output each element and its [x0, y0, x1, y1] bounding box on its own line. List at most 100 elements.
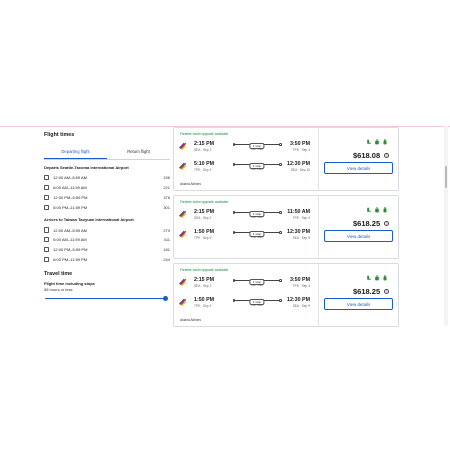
option-count: 376: [163, 194, 170, 200]
travel-time-value: 58 hours or less: [44, 287, 73, 293]
itinerary: Flexible ticket upgrade available 2:15 P…: [174, 128, 319, 190]
seat-icon: [367, 139, 371, 144]
flight-result-card[interactable]: Flexible ticket upgrade available 2:15 P…: [173, 127, 399, 191]
departure-airport-date: TPE · Sep 9: [194, 236, 212, 240]
view-details-button[interactable]: View details: [324, 162, 393, 174]
page-scrollbar[interactable]: [444, 126, 448, 326]
travel-time-slider[interactable]: [44, 294, 170, 302]
tab-return-flight[interactable]: Return flight: [107, 147, 170, 159]
arrival-time: 12:30 PM: [287, 161, 310, 167]
return-leg: 5:10 PM TPE · Sep 9 1 stop 34h 20m 12:30…: [178, 161, 316, 174]
airline-logo-icon: [179, 142, 187, 150]
route-line: 1 stop: [232, 278, 282, 285]
option-count: 156: [163, 175, 170, 181]
departure-airport-date: SEA · Sep 2: [194, 216, 212, 220]
info-icon[interactable]: ?: [384, 289, 389, 294]
arrives-option[interactable]: 6:00 AM–11:59 AM 411: [44, 235, 170, 245]
option-count: 181: [163, 247, 170, 253]
departure-time: 2:15 PM: [194, 141, 215, 147]
checked-bag-icon: [383, 139, 387, 145]
option-count: 221: [163, 185, 170, 191]
flexible-ticket-badge: Flexible ticket upgrade available: [180, 132, 229, 136]
seat-icon: [367, 207, 371, 212]
route-line: 1 stop: [232, 210, 282, 217]
arrives-option[interactable]: 12:00 PM–5:59 PM 181: [44, 245, 170, 255]
departure-time: 2:15 PM: [194, 209, 215, 215]
option-count: 244: [163, 256, 170, 262]
view-details-button[interactable]: View details: [324, 230, 393, 242]
departs-option[interactable]: 12:00 AM–5:59 AM 156: [44, 173, 170, 183]
option-label: 12:00 PM–5:59 PM: [53, 194, 88, 200]
scrollbar-thumb[interactable]: [444, 166, 448, 188]
option-label: 6:00 AM–11:59 AM: [53, 237, 87, 243]
checkbox[interactable]: [44, 256, 50, 263]
info-icon[interactable]: ?: [384, 221, 389, 226]
info-icon[interactable]: ?: [384, 153, 389, 158]
option-count: 270: [163, 227, 170, 233]
checkbox[interactable]: [44, 185, 50, 191]
carrier-name: Asiana Airlines: [180, 318, 201, 322]
departs-option[interactable]: 6:00 PM–11:59 PM 301: [44, 202, 170, 212]
amenities: [366, 139, 388, 145]
price: $618.08: [353, 151, 381, 160]
departure-airport-date: TPE · Sep 9: [194, 304, 212, 308]
flight-duration: 13h 40m: [250, 235, 264, 239]
option-label: 12:00 PM–5:59 PM: [53, 247, 88, 253]
travel-time-title: Travel time: [44, 271, 73, 278]
route-line: 1 stop: [232, 298, 282, 305]
flexible-ticket-badge: Flexible ticket upgrade available: [180, 200, 229, 204]
checkbox[interactable]: [44, 237, 50, 243]
departs-option[interactable]: 12:00 PM–5:59 PM 376: [44, 193, 170, 203]
checkbox[interactable]: [44, 194, 50, 201]
carry-on-bag-icon: [375, 207, 379, 213]
checkbox[interactable]: [44, 227, 50, 233]
route-line: 1 stop: [232, 142, 282, 149]
route-line: 1 stop: [232, 162, 282, 169]
departure-time: 1:50 PM: [194, 297, 215, 303]
flight-result-card[interactable]: Flexible ticket upgrade available 2:15 P…: [173, 195, 399, 259]
carry-on-bag-icon: [375, 275, 379, 281]
airline-logo-icon: [179, 278, 187, 286]
flight-duration: 34h 20m: [250, 167, 264, 171]
option-label: 6:00 PM–11:59 PM: [53, 204, 88, 210]
option-label: 12:00 AM–5:59 AM: [53, 227, 87, 233]
arrival-airport-date: TPE · Sep 4: [292, 148, 310, 152]
arrival-airport-date: SEA · Sep 9: [292, 236, 310, 240]
flight-duration: 30h 35m: [250, 215, 264, 219]
arrives-option[interactable]: 6:00 PM–11:59 PM 244: [44, 255, 170, 265]
travel-time-subtitle: Flight time including stops: [44, 281, 95, 287]
route-line: 1 stop: [232, 230, 282, 237]
flight-times-title: Flight times: [44, 132, 75, 138]
slider-track: [45, 297, 166, 300]
arrives-group-title: Arrives to Taiwan Taoyuan International …: [44, 217, 134, 223]
carry-on-bag-icon: [375, 139, 379, 145]
flight-results: Flexible ticket upgrade available 2:15 P…: [173, 127, 399, 331]
arrival-airport-date: TPE · Sep 4: [292, 216, 310, 220]
checked-bag-icon: [383, 275, 387, 281]
departure-time: 1:50 PM: [194, 229, 215, 235]
departure-airport-date: SEA · Sep 2: [194, 148, 212, 152]
flight-result-card[interactable]: Flexible ticket upgrade available 2:15 P…: [173, 263, 399, 327]
checkbox[interactable]: [44, 175, 50, 181]
option-count: 301: [163, 204, 170, 210]
arrival-time: 12:30 PM: [287, 229, 310, 235]
airline-logo-icon: [179, 210, 187, 218]
airline-logo-icon: [179, 162, 187, 170]
departs-group-title: Departs Seattle-Tacoma International Air…: [44, 165, 129, 170]
departure-time: 5:10 PM: [194, 161, 215, 167]
arrival-time: 11:50 AM: [287, 209, 310, 215]
tab-departing-flight[interactable]: Departing flight: [44, 147, 107, 159]
departure-airport-date: TPE · Sep 9: [194, 168, 212, 172]
departure-time: 2:15 PM: [194, 277, 215, 283]
flight-duration: 34h 35m: [250, 147, 264, 151]
arrives-option[interactable]: 12:00 AM–5:59 AM 270: [44, 225, 170, 235]
flight-duration: 34h 35m: [250, 283, 264, 287]
itinerary: Flexible ticket upgrade available 2:15 P…: [174, 264, 319, 326]
checkbox[interactable]: [44, 204, 50, 210]
checkbox[interactable]: [44, 247, 50, 253]
view-details-button[interactable]: View details: [324, 298, 393, 310]
price-panel: $618.25 ? View details: [319, 196, 398, 258]
price: $618.25: [353, 219, 381, 228]
departs-option[interactable]: 6:00 AM–11:59 AM 221: [44, 183, 170, 193]
slider-handle[interactable]: [163, 295, 168, 301]
